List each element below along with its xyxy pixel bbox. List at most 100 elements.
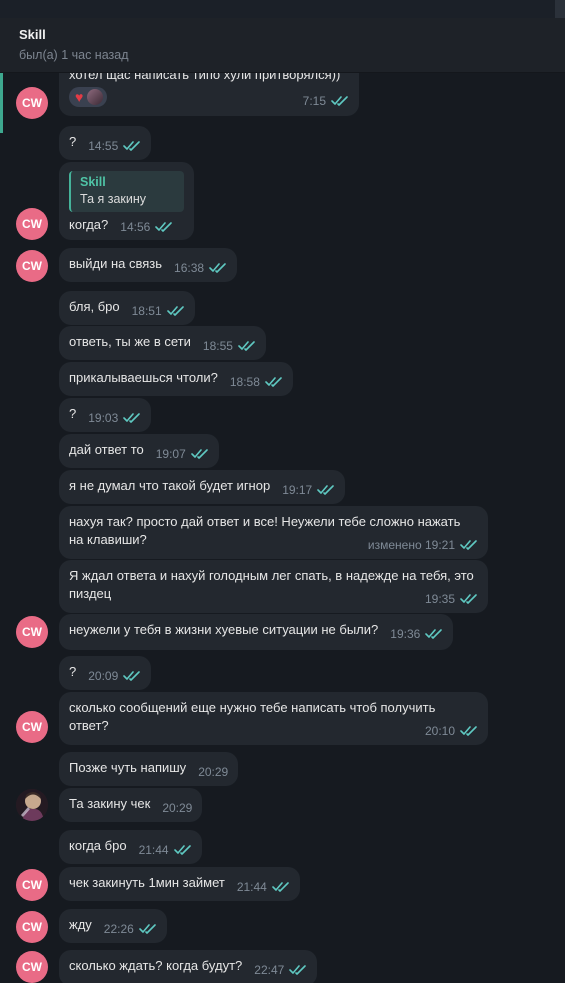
message-bubble[interactable]: Позже чуть напишу 20:29: [59, 752, 239, 786]
double-check-icon: [190, 449, 209, 459]
message-time: 20:10: [424, 724, 455, 738]
avatar[interactable]: CW: [16, 951, 48, 983]
avatar[interactable]: CW: [16, 87, 48, 119]
window-corner: [555, 0, 565, 18]
message-bubble[interactable]: неужели у тебя в жизни хуевые ситуации н…: [59, 614, 454, 650]
double-check-icon: [317, 485, 335, 495]
message-time: 19:03: [88, 411, 119, 425]
message-text: чек закинуть 1мин займет: [69, 875, 225, 890]
avatar[interactable]: CW: [16, 869, 48, 901]
double-check-icon: [123, 671, 141, 681]
avatar[interactable]: CW: [16, 911, 48, 943]
message-text: бля, бро: [69, 299, 120, 314]
double-check-icon: [331, 96, 349, 106]
message-time: 22:26: [103, 922, 134, 936]
message-text: неужели у тебя в жизни хуевые ситуации н…: [69, 622, 379, 637]
message-meta: 19:36: [390, 625, 443, 643]
double-check-icon: [460, 726, 478, 736]
message-bubble[interactable]: нахуя так? просто дай ответ и все! Неуже…: [59, 506, 488, 559]
double-check-icon: [425, 629, 443, 639]
message-meta: 16:38: [174, 259, 227, 277]
message-bubble[interactable]: ? 19:03: [59, 398, 152, 432]
reply-quote[interactable]: Skill Та я закину: [69, 171, 184, 212]
message-meta: 18:51: [132, 302, 185, 320]
double-check-icon: [123, 413, 141, 423]
message-meta: 14:55: [88, 137, 141, 155]
message-meta: 18:55: [203, 337, 256, 355]
message-bubble[interactable]: хотел щас написать типо хули притворялся…: [59, 73, 359, 116]
message-meta: 20:29: [198, 763, 228, 781]
message-meta: 20:09: [88, 667, 141, 685]
contact-photo-icon: [16, 789, 48, 821]
message-bubble[interactable]: дай ответ то 19:07: [59, 434, 219, 468]
message-bubble[interactable]: когда бро 21:44: [59, 830, 202, 864]
avatar[interactable]: CW: [16, 711, 48, 743]
double-check-icon: [272, 882, 290, 892]
message-bubble[interactable]: Skill Та я закину когда? 14:56: [59, 162, 194, 240]
contact-name[interactable]: Skill: [19, 27, 46, 42]
message-text: ответь, ты же в сети: [69, 334, 191, 349]
avatar[interactable]: CW: [16, 250, 48, 282]
message-meta: 19:07: [156, 445, 209, 463]
double-check-icon: [460, 540, 478, 550]
message-time: 19:36: [390, 627, 421, 641]
message-meta: 22:26: [104, 920, 157, 938]
message-text: хотел щас написать типо хули притворялся…: [69, 73, 341, 82]
message-time: 20:29: [198, 765, 229, 779]
message-meta: 21:44: [139, 841, 192, 859]
message-list[interactable]: хотел щас написать типо хули притворялся…: [0, 73, 565, 983]
message-meta: 19:03: [88, 409, 141, 427]
message-meta: 18:58: [230, 373, 283, 391]
message-bubble[interactable]: Я ждал ответа и нахуй голодным лег спать…: [59, 560, 488, 613]
selection-accent-bar: [0, 73, 3, 133]
message-bubble[interactable]: прикалываешься чтоли? 18:58: [59, 362, 293, 396]
message-text: жду: [69, 917, 92, 932]
message-bubble[interactable]: ? 20:09: [59, 656, 152, 690]
message-meta: 20:10: [81, 722, 478, 740]
double-check-icon: [460, 594, 478, 604]
message-bubble[interactable]: ответь, ты же в сети 18:55: [59, 326, 266, 360]
message-bubble[interactable]: жду 22:26: [59, 909, 167, 943]
message-meta: 20:29: [162, 799, 192, 817]
message-text: дай ответ то: [69, 442, 144, 457]
contact-status: был(а) 1 час назад: [19, 48, 129, 62]
message-time: 18:58: [229, 375, 260, 389]
message-bubble[interactable]: сколько ждать? когда будут? 22:47: [59, 950, 318, 983]
message-bubble[interactable]: ? 14:55: [59, 126, 152, 160]
message-time: изменено 19:21: [367, 538, 455, 552]
message-text: прикалываешься чтоли?: [69, 370, 218, 385]
message-time: 20:09: [88, 669, 119, 683]
message-time: 18:51: [131, 304, 162, 318]
avatar[interactable]: CW: [16, 208, 48, 240]
message-meta: 19:17: [282, 481, 335, 499]
message-time: 21:44: [236, 880, 267, 894]
message-text: я не думал что такой будет игнор: [69, 478, 271, 493]
double-check-icon: [173, 845, 192, 855]
message-bubble[interactable]: выйди на связь 16:38: [59, 248, 238, 282]
contact-avatar[interactable]: [16, 789, 48, 821]
message-text: когда бро: [69, 838, 127, 853]
message-text: ?: [69, 664, 77, 679]
message-bubble[interactable]: сколько сообщений еще нужно тебе написат…: [59, 692, 488, 745]
message-text: когда?: [69, 217, 109, 232]
message-bubble[interactable]: я не думал что такой будет игнор 19:17: [59, 470, 346, 504]
message-bubble[interactable]: бля, бро 18:51: [59, 291, 195, 325]
avatar[interactable]: CW: [16, 616, 48, 648]
double-check-icon: [139, 924, 157, 934]
message-time: 14:55: [88, 139, 119, 153]
double-check-icon: [238, 341, 256, 351]
message-text: ?: [69, 134, 77, 149]
message-time: 19:35: [424, 592, 455, 606]
message-time: 18:55: [202, 339, 233, 353]
message-bubble[interactable]: Та закину чек 20:29: [59, 788, 203, 822]
message-meta: 22:47: [254, 961, 307, 979]
message-time: 19:07: [155, 447, 186, 461]
message-time: 7:15: [302, 94, 326, 108]
chat-header[interactable]: Skill был(а) 1 час назад: [0, 18, 565, 73]
double-check-icon: [265, 377, 283, 387]
reply-text: Та я закину: [80, 192, 147, 206]
message-meta: 7:15: [81, 92, 349, 110]
double-check-icon: [123, 141, 141, 151]
message-bubble[interactable]: чек закинуть 1мин займет 21:44: [59, 867, 300, 901]
message-text: ?: [69, 406, 77, 421]
